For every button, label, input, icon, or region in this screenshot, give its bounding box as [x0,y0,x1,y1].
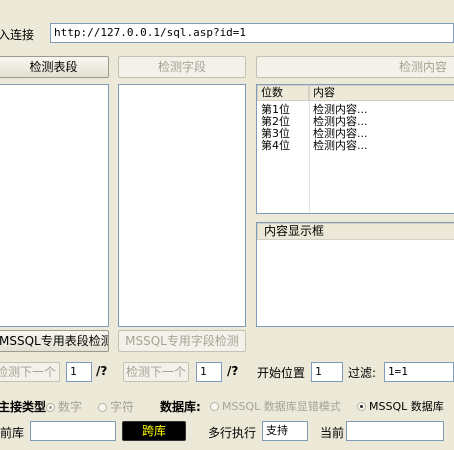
col-content-header[interactable]: 内容 [309,85,454,101]
database-error-mode-label: MSSQL 数据库显错模式 [222,400,341,413]
display-box-title: 内容显示框 [257,223,454,240]
next-field-button[interactable]: 检测下一个 [123,362,189,382]
inject-type-number-radio[interactable]: 数字 [46,398,82,415]
url-label: 入连接 [0,28,35,42]
current-db-input[interactable] [30,421,116,441]
inject-type-label: 主接类型 [0,400,47,414]
database-error-mode-radio[interactable]: MSSQL 数据库显错模式 [210,398,341,414]
inject-type-string-radio[interactable]: 字符 [98,398,134,415]
content-list[interactable]: 位数 内容 第1位 检测内容... 第2位 检测内容... 第3位 检测内容..… [256,84,454,214]
detect-tables-button[interactable]: 检测表段 [0,56,109,78]
radio-dot-icon [210,402,219,411]
table-page-suffix: /? [96,364,108,378]
radio-dot-icon [98,403,107,412]
content-display-box[interactable]: 内容显示框 [256,222,454,327]
detect-content-button[interactable]: 检测内容 [256,56,454,78]
mssql-fields-button[interactable]: MSSQL专用字段检测 [118,330,246,352]
current-db-label: 前库 [0,426,25,440]
cross-db-button[interactable]: 跨库 [122,421,186,441]
column-divider [309,101,310,213]
database-mssql-label: MSSQL 数据库 [369,400,444,413]
list-item[interactable]: 第2位 [261,116,290,127]
field-page-suffix: /? [227,364,239,378]
table-page-input[interactable]: 1 [66,362,92,382]
tables-list[interactable] [0,84,109,327]
database-label: 数据库: [160,400,201,414]
list-item-content: 检测内容... [313,139,368,152]
radio-dot-icon [357,402,366,411]
list-item[interactable]: 第3位 [261,128,290,139]
mssql-tables-button[interactable]: MSSQL专用表段检测 [0,330,109,352]
database-mssql-radio[interactable]: MSSQL 数据库 [357,398,444,414]
row-position: 第4位 [261,139,290,152]
url-input[interactable]: http://127.0.0.1/sql.asp?id=1 [50,23,454,43]
list-item-content: 检测内容... [313,115,368,128]
filter-label: 过滤: [348,366,377,380]
field-page-input[interactable]: 1 [196,362,222,382]
filter-input[interactable]: 1=1 [384,362,454,382]
detect-fields-button[interactable]: 检测字段 [118,56,246,78]
next-table-button[interactable]: 检测下一个 [0,362,60,382]
start-position-input[interactable]: 1 [311,362,343,382]
start-position-label: 开始位置 [257,366,306,380]
col-position-header[interactable]: 位数 [257,85,309,101]
current-label: 当前 [320,426,345,440]
radio-string-label: 字符 [110,400,135,414]
radio-dot-icon [46,403,55,412]
current-input[interactable] [346,421,444,441]
list-item-content: 检测内容... [313,127,368,140]
radio-number-label: 数字 [58,400,83,414]
multiline-exec-label: 多行执行 [208,426,257,440]
multiline-exec-input[interactable]: 支持 [262,421,308,441]
detect-content-label: 检测内容 [398,60,447,74]
fields-list[interactable] [118,84,246,327]
list-item[interactable]: 第1位 [261,104,290,115]
list-item-content: 检测内容... [313,103,368,116]
list-item[interactable]: 第4位 [261,139,290,152]
